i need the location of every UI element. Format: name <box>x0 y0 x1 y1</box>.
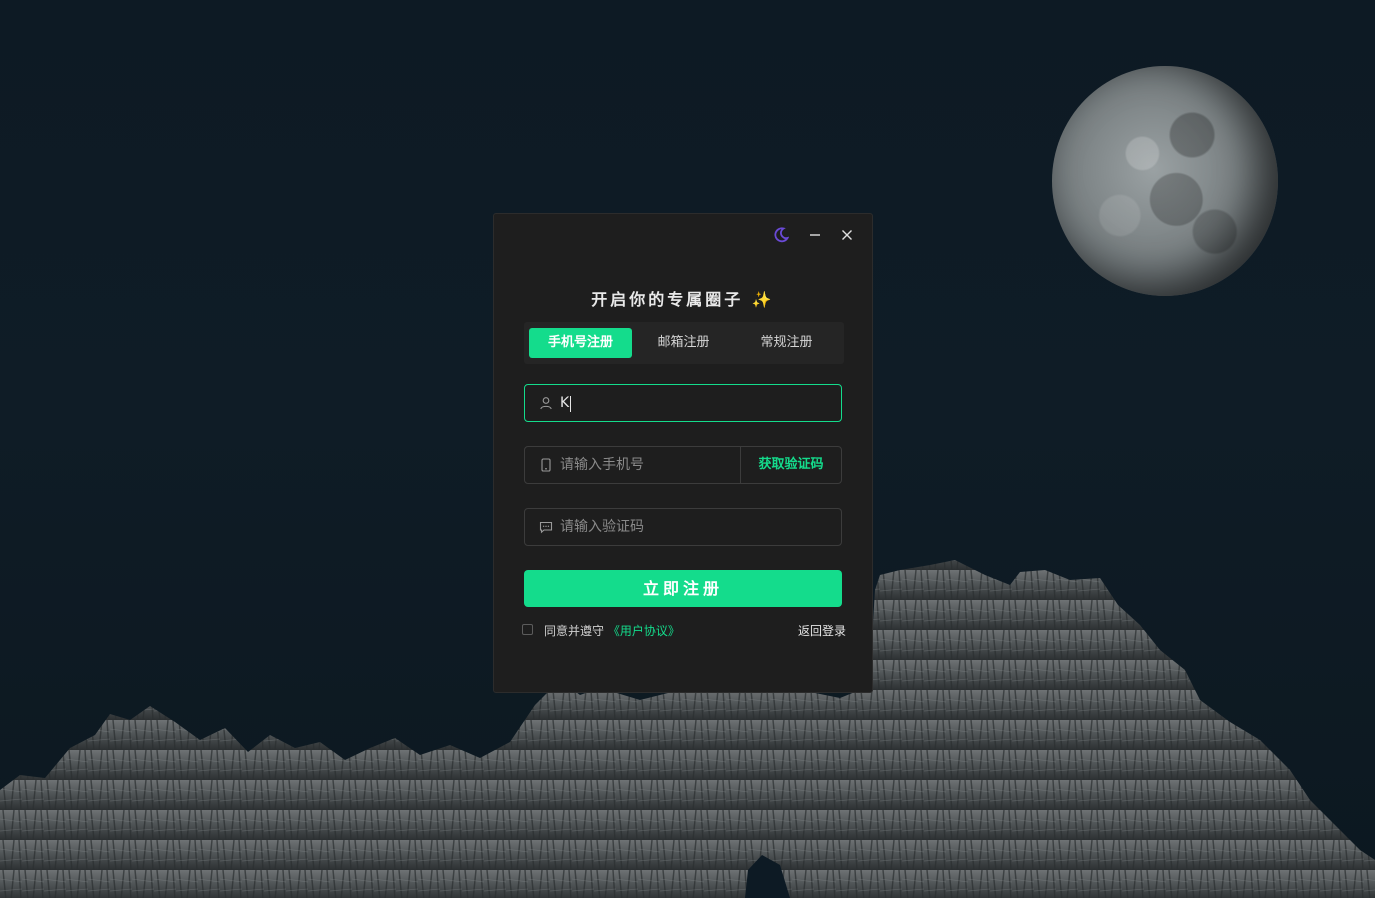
agreement-checkbox[interactable] <box>522 624 533 635</box>
theme-toggle-button[interactable] <box>770 224 792 246</box>
agreement-row: 同意并遵守 《用户协议》 返回登录 <box>522 621 846 639</box>
minimize-icon <box>810 234 820 236</box>
agreement-prefix: 同意并遵守 <box>544 624 605 638</box>
phone-input[interactable] <box>560 447 735 483</box>
register-tabs: 手机号注册 邮箱注册 常规注册 <box>524 322 844 364</box>
register-button[interactable]: 立即注册 <box>524 570 842 607</box>
get-code-button[interactable]: 获取验证码 <box>740 447 841 483</box>
close-icon <box>842 230 852 240</box>
minimize-button[interactable] <box>804 224 826 246</box>
username-input[interactable] <box>560 385 830 421</box>
phone-field: 获取验证码 <box>524 446 842 484</box>
user-icon <box>540 397 552 410</box>
tab-normal-register[interactable]: 常规注册 <box>735 328 838 358</box>
moon-icon <box>774 227 789 243</box>
agreement-text: 同意并遵守 《用户协议》 <box>544 622 680 639</box>
register-window: 开启你的专属圈子 ✨ 手机号注册 邮箱注册 常规注册 获取验证码 <box>493 213 873 693</box>
text-caret <box>570 396 571 412</box>
desktop-background: 开启你的专属圈子 ✨ 手机号注册 邮箱注册 常规注册 获取验证码 <box>0 0 1375 898</box>
phone-icon <box>541 458 551 472</box>
username-field <box>524 384 842 422</box>
back-to-login-link[interactable]: 返回登录 <box>798 622 846 639</box>
tab-phone-register[interactable]: 手机号注册 <box>529 328 632 358</box>
verify-code-field <box>524 508 842 546</box>
user-agreement-link[interactable]: 《用户协议》 <box>608 624 680 638</box>
message-icon <box>539 521 553 534</box>
verify-code-input[interactable] <box>560 509 830 545</box>
page-title: 开启你的专属圈子 ✨ <box>591 290 775 309</box>
close-button[interactable] <box>836 224 858 246</box>
tab-email-register[interactable]: 邮箱注册 <box>632 328 735 358</box>
